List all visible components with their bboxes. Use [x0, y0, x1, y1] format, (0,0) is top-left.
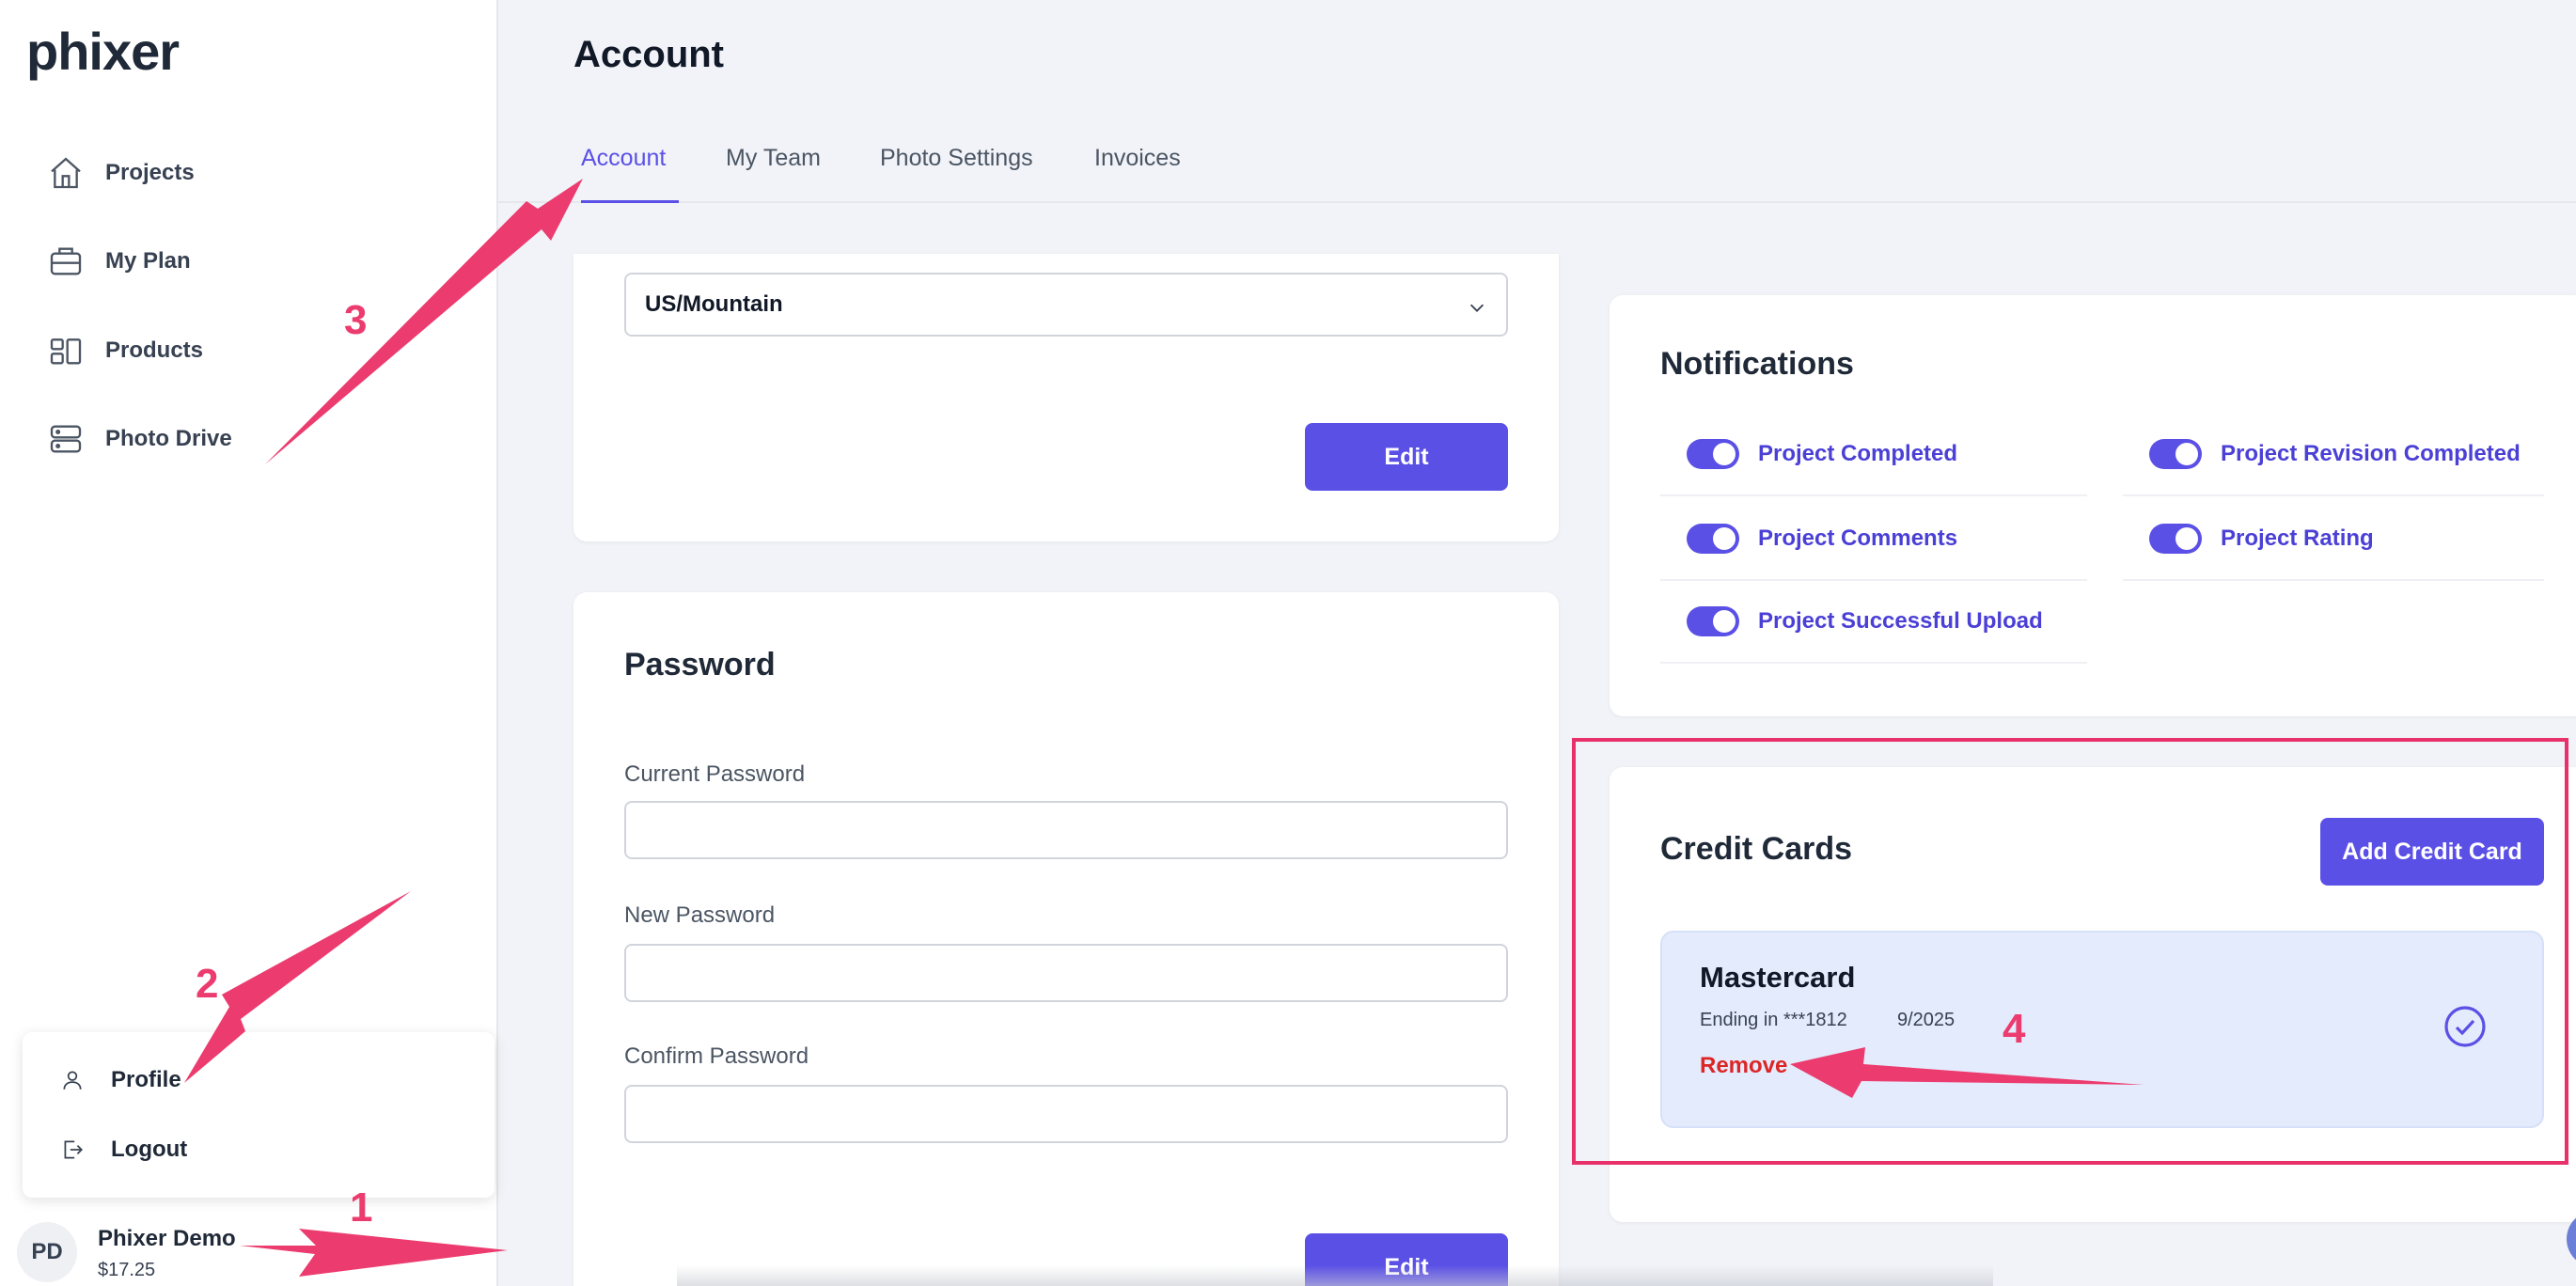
notification-label: Project Comments — [1758, 525, 1958, 551]
notification-label: Project Successful Upload — [1758, 608, 2043, 634]
sidebar-item-label: Projects — [105, 160, 195, 185]
toggle-switch[interactable] — [1687, 606, 1739, 636]
annotation-number-3: 3 — [344, 297, 368, 343]
chevron-down-icon — [1469, 304, 1484, 312]
tab-bar: Account My Team Photo Settings Invoices — [498, 132, 2576, 203]
toggle-switch[interactable] — [2149, 439, 2202, 469]
user-icon — [63, 1071, 82, 1090]
tab-my-team[interactable]: My Team — [726, 145, 821, 203]
annotation-number-2: 2 — [196, 961, 219, 1007]
current-password-label: Current Password — [624, 761, 806, 787]
tab-photo-settings[interactable]: Photo Settings — [880, 145, 1033, 203]
toggle-switch[interactable] — [1687, 439, 1739, 469]
scroll-shadow — [677, 1265, 1993, 1286]
password-card: Password Current Password New Password C… — [573, 592, 1559, 1286]
user-menu: Profile Logout — [23, 1032, 495, 1198]
new-password-label: New Password — [624, 902, 776, 928]
notifications-title: Notifications — [1660, 346, 1854, 382]
sidebar-item-label: Products — [105, 337, 204, 363]
notifications-card: Notifications Project Completed Project … — [1610, 295, 2576, 716]
toggle-switch[interactable] — [2149, 524, 2202, 554]
menu-item-label: Profile — [111, 1067, 181, 1092]
home-icon — [51, 157, 81, 189]
timezone-value: US/Mountain — [645, 291, 783, 317]
sidebar-item-photo-drive[interactable]: Photo Drive — [47, 411, 232, 467]
logout-icon — [64, 1140, 83, 1159]
sidebar-item-products[interactable]: Products — [47, 322, 203, 379]
drive-icon — [50, 425, 82, 453]
sidebar-item-label: My Plan — [105, 248, 191, 274]
notification-label: Project Revision Completed — [2221, 441, 2521, 466]
timezone-select[interactable]: US/Mountain — [624, 273, 1508, 337]
notification-project-completed: Project Completed — [1660, 414, 2087, 496]
user-account-button[interactable]: PD Phixer Demo $17.25 — [17, 1222, 236, 1282]
confirm-password-label: Confirm Password — [624, 1043, 809, 1069]
briefcase-icon — [50, 247, 82, 275]
menu-item-label: Logout — [111, 1137, 188, 1162]
menu-item-logout[interactable]: Logout — [60, 1126, 187, 1173]
annotation-number-4: 4 — [2003, 1006, 2026, 1052]
notification-label: Project Rating — [2221, 525, 2374, 551]
user-balance: $17.25 — [98, 1260, 156, 1280]
notification-project-rating: Project Rating — [2123, 498, 2544, 581]
sidebar: phixer Projects My Plan Products Photo D… — [0, 0, 498, 1286]
notification-project-successful-upload: Project Successful Upload — [1660, 581, 2087, 664]
toggle-switch[interactable] — [1687, 524, 1739, 554]
notification-project-comments: Project Comments — [1660, 498, 2087, 581]
current-password-field[interactable] — [624, 801, 1508, 859]
notification-label: Project Completed — [1758, 441, 1958, 466]
sidebar-item-projects[interactable]: Projects — [47, 145, 195, 201]
app-logo[interactable]: phixer — [26, 21, 180, 82]
products-icon — [50, 338, 82, 365]
page-title: Account — [573, 34, 724, 75]
new-password-field[interactable] — [624, 944, 1508, 1002]
user-name: Phixer Demo — [98, 1226, 236, 1251]
tab-account[interactable]: Account — [581, 145, 679, 203]
menu-item-profile[interactable]: Profile — [60, 1057, 181, 1104]
sidebar-item-label: Photo Drive — [105, 426, 232, 451]
notification-project-revision-completed: Project Revision Completed — [2123, 414, 2544, 496]
annotation-number-1: 1 — [350, 1184, 373, 1231]
password-title: Password — [624, 647, 776, 682]
timezone-card: US/Mountain Edit — [573, 254, 1559, 541]
confirm-password-field[interactable] — [624, 1085, 1508, 1143]
avatar: PD — [17, 1222, 77, 1282]
sidebar-item-my-plan[interactable]: My Plan — [47, 233, 191, 290]
tab-invoices[interactable]: Invoices — [1094, 145, 1181, 203]
annotation-highlight-box — [1572, 738, 2568, 1165]
timezone-edit-button[interactable]: Edit — [1305, 423, 1508, 491]
